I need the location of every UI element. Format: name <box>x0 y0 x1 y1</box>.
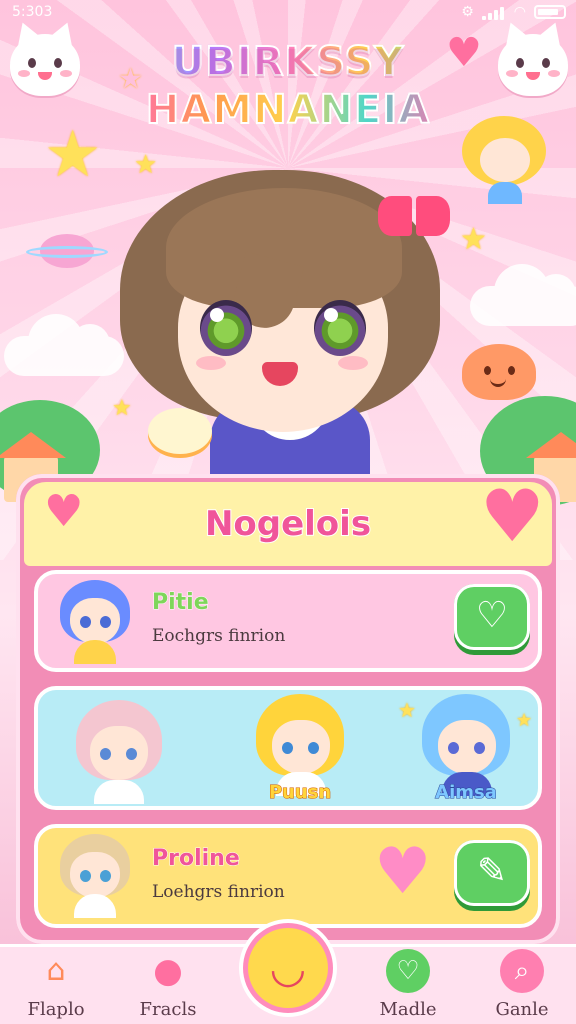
search-icon: ⌕ <box>500 949 544 993</box>
bow-icon <box>378 186 450 242</box>
logo-line-1: UBIRKSSY <box>130 38 446 86</box>
mascot-girl <box>100 150 460 480</box>
status-bar: 5:303 ⚙ ◠ <box>0 0 576 28</box>
row-subtitle: Eochgrs finrion <box>152 626 286 646</box>
character-select-row: Puusn Aimsa ★ ★ <box>34 686 542 810</box>
heart-icon: ♡ <box>386 949 430 993</box>
row-subtitle: Loehgrs finrion <box>152 882 285 902</box>
smile-center-icon: ◡ <box>269 943 307 992</box>
heart-icon: ♥ <box>44 486 84 537</box>
logo-line-2: HAMNANEIA <box>130 86 446 134</box>
nav-item-home[interactable]: ⌂ Flaplo <box>6 947 106 1024</box>
white-cat-icon <box>10 34 80 96</box>
star-icon: ★ <box>44 118 102 192</box>
heart-icon: ♡ <box>475 595 509 636</box>
row-name: Proline <box>152 846 241 872</box>
chibi-blonde-icon <box>462 116 546 206</box>
status-time: 5:303 <box>12 4 53 20</box>
battery-icon <box>534 5 566 19</box>
heart-icon: ♥ <box>446 30 482 76</box>
character-label: Aimsa <box>435 782 498 804</box>
nav-label: Flaplo <box>27 999 85 1020</box>
nav-item-favorites[interactable]: ♡ Madle <box>358 947 458 1024</box>
app-screen: 5:303 ⚙ ◠ ★ ★ ★ ♥ ★ ★ UBIRKSSY HAMNANEIA <box>0 0 576 1024</box>
status-icons: ⚙ ◠ <box>461 4 566 20</box>
rainbow-creature-icon <box>148 408 212 454</box>
cloud-icon <box>470 264 576 326</box>
white-cat-icon <box>498 34 568 96</box>
card-header: Nogelois ♥ ♥ <box>24 474 552 566</box>
magic-button[interactable]: ✎ <box>454 840 530 906</box>
house-icon: ⌂ <box>46 953 66 988</box>
character-label: Puusn <box>268 782 332 804</box>
nav-label: Fracls <box>139 999 197 1020</box>
character-blue[interactable]: Aimsa <box>414 694 518 806</box>
star-icon: ★ <box>460 222 487 257</box>
signal-icon <box>481 4 506 20</box>
settings-icon: ⚙ <box>461 4 474 20</box>
nav-label: Madle <box>379 999 437 1020</box>
list-item[interactable]: Proline Loehgrs finrion ♥ ✎ <box>34 824 542 928</box>
heart-icon: ♥ <box>480 474 545 558</box>
wand-icon: ✎ <box>476 851 508 892</box>
like-button[interactable]: ♡ <box>454 584 530 650</box>
star-icon: ★ <box>516 710 533 731</box>
nav-label: Ganle <box>495 999 549 1020</box>
main-card: Nogelois ♥ ♥ Pitie Eochgrs finrion ♡ Puu… <box>16 474 560 944</box>
heart-icon: ♥ <box>374 835 432 909</box>
nav-item-friends[interactable]: ● Fracls <box>118 947 218 1024</box>
row-name: Pitie <box>152 590 210 616</box>
card-title: Nogelois <box>204 503 372 545</box>
avatar <box>56 834 134 918</box>
character-pink[interactable] <box>68 700 168 804</box>
star-icon: ★ <box>398 698 416 722</box>
planet-icon <box>26 234 108 268</box>
character-blonde[interactable]: Puusn <box>248 694 352 806</box>
slime-icon <box>462 344 536 400</box>
slime-friends-icon: ● <box>153 951 183 991</box>
avatar <box>56 580 134 664</box>
game-logo: UBIRKSSY HAMNANEIA <box>130 38 446 134</box>
list-item[interactable]: Pitie Eochgrs finrion ♡ <box>34 570 542 672</box>
wifi-icon: ◠ <box>513 4 526 20</box>
nav-item-search[interactable]: ⌕ Ganle <box>472 947 572 1024</box>
center-action-button[interactable]: ◡ <box>248 928 328 1008</box>
